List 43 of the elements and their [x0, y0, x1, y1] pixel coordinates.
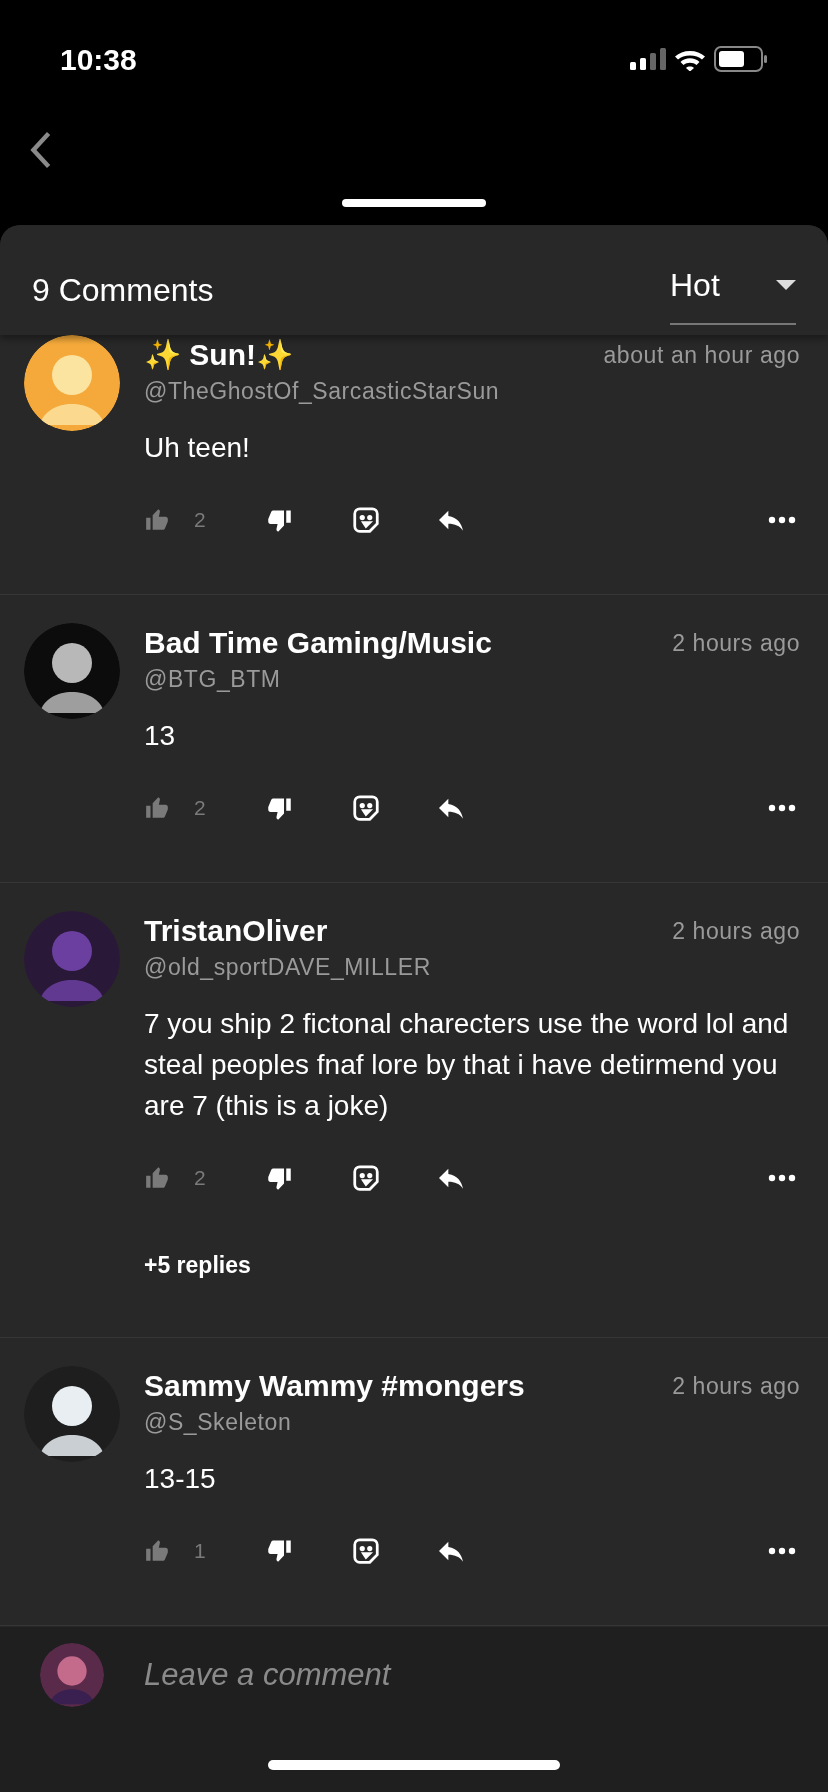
avatar: [40, 1643, 104, 1707]
caret-icon: [776, 280, 796, 290]
sort-dropdown[interactable]: Hot: [670, 235, 796, 325]
user-handle[interactable]: @old_sportDAVE_MILLER: [144, 951, 800, 983]
replies-link[interactable]: +5 replies: [144, 1252, 251, 1278]
battery-icon: [714, 46, 768, 72]
comment-text: Uh teen!: [144, 431, 251, 465]
thumbs-up-icon[interactable]: [144, 507, 170, 533]
like-count: 2: [194, 507, 207, 534]
thumbs-up-icon[interactable]: [144, 1165, 170, 1191]
drag-handle[interactable]: [342, 199, 486, 207]
username[interactable]: Bad Time Gaming/Music: [144, 623, 492, 663]
like-count: 1: [194, 1537, 207, 1564]
comment-text: 7 you ship 2 fictonal charecters use the word lol and steal peoples fnaf lore by that i have detirmend you are 7 (this is a joke): [144, 1007, 790, 1123]
more-icon[interactable]: [768, 1174, 796, 1182]
sticker-icon[interactable]: [351, 1535, 381, 1566]
more-icon[interactable]: [768, 1546, 796, 1555]
username[interactable]: Sammy Wammy #mongers: [144, 1365, 525, 1406]
thumbs-up-icon[interactable]: [144, 795, 170, 821]
thumbs-up-icon[interactable]: [144, 1537, 170, 1564]
back-icon[interactable]: [30, 131, 52, 169]
like-count: 2: [194, 1165, 207, 1192]
user-handle[interactable]: @S_Skeleton: [144, 1405, 800, 1438]
signal-icon: [630, 48, 666, 70]
timestamp: about an hour ago: [603, 341, 800, 370]
username[interactable]: ✨ Sun!✨: [144, 335, 293, 375]
status-time: 10:38: [60, 41, 137, 78]
like-count: 2: [194, 795, 207, 822]
username[interactable]: TristanOliver: [144, 911, 328, 951]
sticker-icon[interactable]: [351, 793, 381, 823]
user-handle[interactable]: @TheGhostOf_SarcasticStarSun: [144, 375, 800, 407]
more-icon[interactable]: [768, 516, 796, 524]
comment-text: 13: [144, 719, 177, 753]
sticker-icon[interactable]: [351, 505, 381, 535]
timestamp: 2 hours ago: [672, 917, 800, 946]
more-icon[interactable]: [768, 804, 796, 812]
thumbs-down-icon[interactable]: [266, 1537, 293, 1564]
sticker-icon[interactable]: [351, 1163, 381, 1193]
timestamp: 2 hours ago: [672, 629, 800, 658]
comment-text: 13-15: [144, 1461, 217, 1496]
comments-title: 9 Comments: [32, 271, 214, 310]
user-handle[interactable]: @BTG_BTM: [144, 663, 800, 695]
timestamp: 2 hours ago: [672, 1371, 800, 1401]
